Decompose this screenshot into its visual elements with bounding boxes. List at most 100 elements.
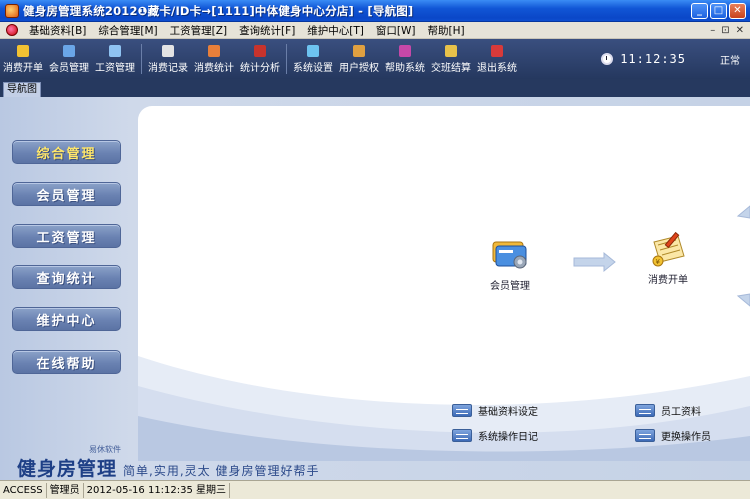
brand-name: 健身房管理 — [17, 458, 118, 480]
toolbar-help-button[interactable]: 帮助系统 — [382, 39, 428, 79]
toolbar-salary-button[interactable]: 工资管理 — [92, 39, 138, 79]
link-label: 更换操作员 — [661, 432, 711, 443]
menu-help[interactable]: 帮助[H] — [421, 23, 470, 38]
toolbar-label: 会员管理 — [49, 62, 89, 74]
stats-icon — [208, 44, 220, 57]
tab-navigation-map[interactable]: 导航图 — [3, 82, 41, 97]
link-system-log[interactable]: 系统操作日记 — [452, 428, 538, 443]
user-auth-icon — [353, 44, 365, 57]
toolbar-consume-bill-button[interactable]: 消费开单 — [0, 39, 46, 79]
menu-window[interactable]: 窗口[W] — [370, 23, 422, 38]
menu-query-statistics[interactable]: 查询统计[F] — [233, 23, 301, 38]
keyboard-icon — [635, 404, 655, 417]
status-bar: ACCESS 管理员 2012-05-16 11:12:35 星期三 — [0, 480, 750, 499]
member-icon — [63, 44, 75, 57]
brand-logo: 易休软件 健身房管理 简单,实用,灵太 健身房管理好帮手 — [17, 445, 320, 481]
member-card-icon — [492, 241, 527, 269]
status-empty — [230, 483, 750, 498]
toolbar-separator — [286, 44, 287, 74]
flow-arrow — [573, 251, 616, 273]
menu-general-management[interactable]: 综合管理[M] — [92, 23, 163, 38]
status-datetime: 2012-05-16 11:12:35 星期三 — [84, 482, 231, 498]
toolbar-label: 用户授权 — [339, 62, 379, 74]
close-button[interactable]: ✕ — [729, 2, 746, 19]
toolbar-label: 工资管理 — [95, 62, 135, 74]
nav-node-label: 会员管理 — [490, 281, 530, 292]
toolbar-label: 交班结算 — [431, 62, 471, 74]
link-basic-data-setup[interactable]: 基础资料设定 — [452, 403, 538, 418]
sidebar-item-salary-management[interactable]: 工资管理 — [12, 224, 121, 248]
menu-salary-management[interactable]: 工资管理[Z] — [164, 23, 233, 38]
status-database: ACCESS — [0, 482, 47, 498]
link-label: 员工资料 — [661, 407, 701, 418]
toolbar-analysis-button[interactable]: 统计分析 — [237, 39, 283, 79]
child-restore-button[interactable]: ⊡ — [721, 25, 729, 36]
tab-strip: 导航图 — [0, 79, 750, 97]
sidebar-item-online-help[interactable]: 在线帮助 — [12, 350, 121, 374]
menu-bar: 基础资料[B] 综合管理[M] 工资管理[Z] 查询统计[F] 维护中心[T] … — [0, 22, 750, 39]
brand-slogan: 简单,实用,灵太 健身房管理好帮手 — [123, 464, 320, 478]
menu-maintenance[interactable]: 维护中心[T] — [301, 23, 370, 38]
exit-icon — [491, 44, 503, 57]
main-area: 综合管理 会员管理 工资管理 查询统计 维护中心 在线帮助 会员管理 ¥ 消费开… — [0, 97, 750, 480]
toolbar-separator — [141, 44, 142, 74]
nav-node-consume-bill[interactable]: ¥ 消费开单 — [648, 230, 688, 286]
maximize-button[interactable]: □ — [710, 2, 727, 19]
keyboard-icon — [635, 429, 655, 442]
app-icon[interactable] — [5, 3, 19, 18]
status-user: 管理员 — [47, 482, 84, 498]
keyboard-icon — [452, 404, 472, 417]
nav-node-member-management[interactable]: 会员管理 — [490, 236, 530, 292]
brand-small-text: 易休软件 — [89, 445, 121, 454]
child-minimize-button[interactable]: – — [710, 25, 715, 36]
help-icon — [399, 44, 411, 57]
nav-node-label: 消费开单 — [648, 275, 688, 286]
menu-app-icon[interactable] — [6, 24, 18, 36]
keyboard-icon — [452, 429, 472, 442]
sidebar-item-general-management[interactable]: 综合管理 — [12, 140, 121, 164]
status-text: 正常 — [720, 55, 740, 67]
sidebar-item-query-statistics[interactable]: 查询统计 — [12, 265, 121, 289]
shift-icon — [445, 44, 457, 57]
toolbar-consume-stats-button[interactable]: 消费统计 — [191, 39, 237, 79]
sidebar-item-member-management[interactable]: 会员管理 — [12, 182, 121, 206]
toolbar-user-auth-button[interactable]: 用户授权 — [336, 39, 382, 79]
toolbar-label: 统计分析 — [240, 62, 280, 74]
settings-icon — [307, 44, 319, 57]
child-close-button[interactable]: ✕ — [736, 25, 744, 36]
flow-arrow — [736, 293, 750, 307]
clock-icon — [601, 53, 614, 65]
toolbar-label: 帮助系统 — [385, 62, 425, 74]
toolbar-label: 消费开单 — [3, 62, 43, 74]
toolbar-member-button[interactable]: 会员管理 — [46, 39, 92, 79]
record-icon — [162, 44, 174, 57]
link-label: 系统操作日记 — [478, 432, 538, 443]
sidebar-item-maintenance[interactable]: 维护中心 — [12, 307, 121, 331]
toolbar-exit-button[interactable]: 退出系统 — [474, 39, 520, 79]
consume-bill-icon: ¥ — [652, 231, 685, 267]
title-bar: 健身房管理系统2012❶藏卡/ID卡→[1111]中体健身中心分店] - [导航… — [0, 0, 750, 22]
link-employee-data[interactable]: 员工资料 — [635, 403, 701, 418]
minimize-button[interactable]: _ — [691, 2, 708, 19]
menu-basic-data[interactable]: 基础资料[B] — [23, 23, 92, 38]
sidebar: 综合管理 会员管理 工资管理 查询统计 维护中心 在线帮助 — [0, 97, 138, 480]
toolbar-label: 消费统计 — [194, 62, 234, 74]
salary-icon — [109, 44, 121, 57]
link-change-operator[interactable]: 更换操作员 — [635, 428, 711, 443]
toolbar: 消费开单 会员管理 工资管理 消费记录 消费统计 统计分析 系统设置 用户授权 … — [0, 39, 750, 79]
link-label: 基础资料设定 — [478, 407, 538, 418]
analysis-icon — [254, 44, 266, 57]
toolbar-label: 系统设置 — [293, 62, 333, 74]
toolbar-consume-record-button[interactable]: 消费记录 — [145, 39, 191, 79]
svg-text:¥: ¥ — [656, 258, 661, 266]
toolbar-settings-button[interactable]: 系统设置 — [290, 39, 336, 79]
ticket-icon — [17, 44, 29, 57]
flow-arrow — [736, 205, 750, 219]
toolbar-label: 消费记录 — [148, 62, 188, 74]
window-title: 健身房管理系统2012❶藏卡/ID卡→[1111]中体健身中心分店] - [导航… — [23, 3, 414, 18]
toolbar-shift-button[interactable]: 交班结算 — [428, 39, 474, 79]
clock-time: 11:12:35 — [620, 52, 686, 66]
toolbar-label: 退出系统 — [477, 62, 517, 74]
clock: 11:12:35 正常 — [601, 52, 740, 67]
navigation-panel: 会员管理 ¥ 消费开单 基础资料设定 员工资料 系统操作日记 更换操作员 — [138, 106, 750, 461]
